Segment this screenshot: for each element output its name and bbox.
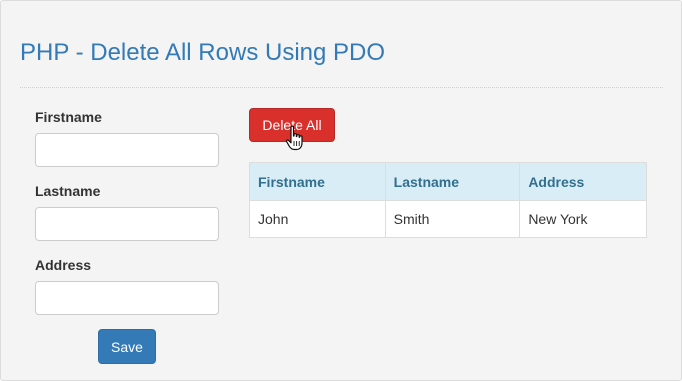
table-row: John Smith New York [249,200,647,238]
firstname-label: Firstname [35,109,102,125]
members-table: Firstname Lastname Address John Smith Ne… [249,162,647,238]
cell-address: New York [519,200,647,238]
address-label: Address [35,257,92,273]
cell-firstname: John [249,200,386,238]
address-input[interactable] [35,281,219,315]
hand-pointer-icon [285,125,303,151]
cell-lastname: Smith [384,200,521,238]
firstname-input[interactable] [35,133,219,167]
page-title: PHP - Delete All Rows Using PDO [20,39,386,66]
lastname-label: Lastname [35,183,101,199]
divider [20,87,663,88]
table-header-row: Firstname Lastname Address [249,162,647,201]
page-container: PHP - Delete All Rows Using PDO Firstnam… [0,0,682,381]
column-header-firstname: Firstname [249,162,386,201]
column-header-lastname: Lastname [384,162,521,201]
lastname-input[interactable] [35,207,219,241]
column-header-address: Address [519,162,647,201]
save-button[interactable]: Save [98,329,156,364]
